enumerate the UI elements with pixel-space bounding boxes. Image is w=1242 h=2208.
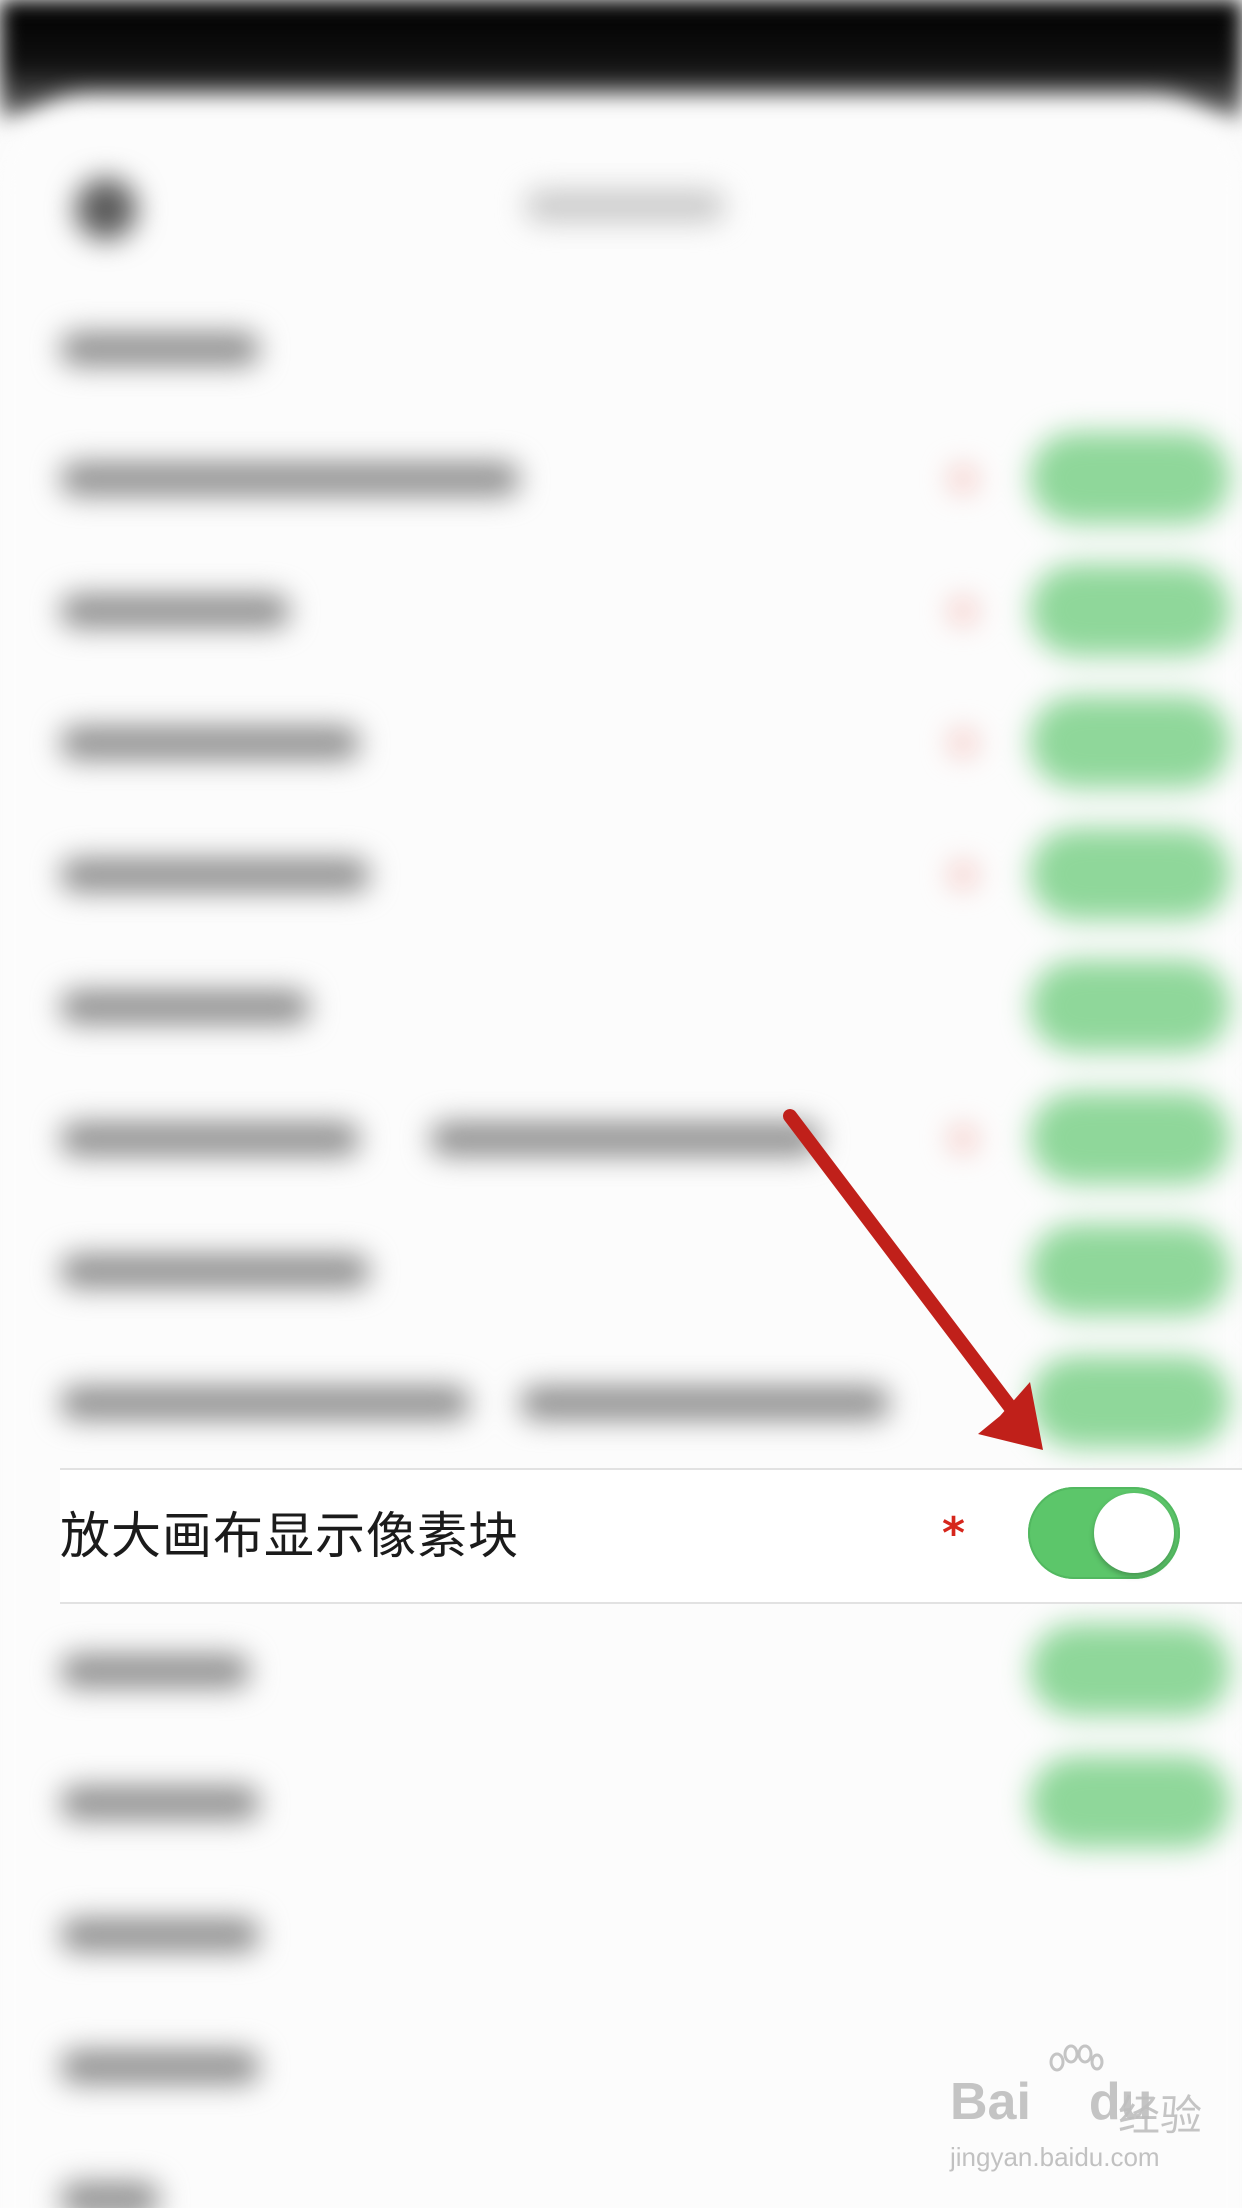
- blurred-setting-row[interactable]: [60, 808, 1240, 940]
- blurred-setting-row[interactable]: [60, 544, 1240, 676]
- pixel-block-toggle[interactable]: [1028, 1487, 1180, 1579]
- required-asterisk: *: [942, 1508, 966, 1559]
- setting-label: 放大画布显示像素块: [60, 1507, 519, 1565]
- screen: 放大画布显示像素块 * Bai du 经验 jingyan.baidu.com: [0, 0, 1242, 2208]
- blurred-setting-row[interactable]: [60, 676, 1240, 808]
- blurred-setting-row[interactable]: [60, 412, 1240, 544]
- setting-row-enlarge-canvas-pixel-blocks: 放大画布显示像素块 *: [60, 1468, 1242, 1604]
- toggle-knob: [1094, 1493, 1174, 1573]
- page-title-blurred: [525, 190, 725, 222]
- blurred-settings-list: [0, 0, 1242, 2208]
- back-icon[interactable]: [75, 178, 137, 240]
- blurred-setting-row[interactable]: [60, 1336, 1240, 1468]
- blurred-setting-row[interactable]: [60, 1204, 1240, 1336]
- blurred-setting-row[interactable]: [60, 1604, 1240, 1736]
- blurred-setting-row[interactable]: [60, 940, 1240, 1072]
- watermark-cn: 经验: [1118, 2091, 1203, 2140]
- watermark-url: jingyan.baidu.com: [950, 2142, 1160, 2172]
- baidu-jingyan-watermark: Bai du 经验 jingyan.baidu.com: [950, 2044, 1230, 2202]
- blurred-setting-row[interactable]: [60, 1868, 1240, 2000]
- blurred-setting-row[interactable]: [60, 1736, 1240, 1868]
- blurred-setting-row[interactable]: [60, 1072, 1240, 1204]
- blurred-section-header: [60, 282, 1240, 414]
